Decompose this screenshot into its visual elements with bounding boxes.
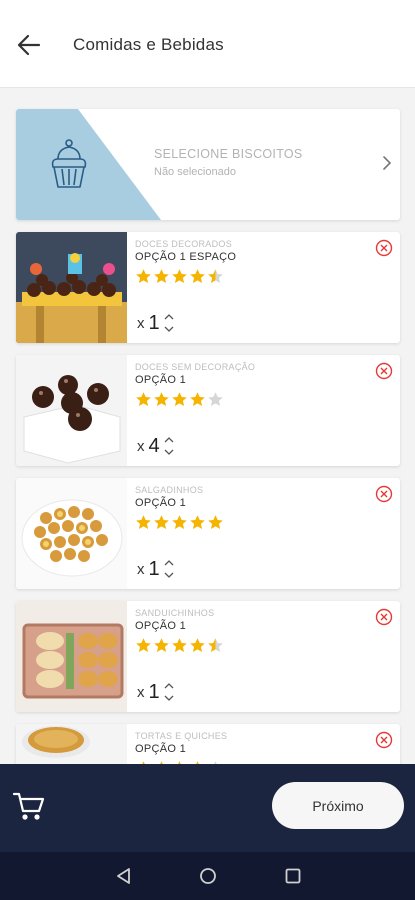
chevron-right-icon[interactable] bbox=[380, 153, 394, 173]
stepper bbox=[163, 434, 175, 458]
food-item-card[interactable]: DOCES SEM DECORAÇÃO OPÇÃO 1 x 4 bbox=[16, 355, 400, 466]
plain-sweets-image bbox=[16, 355, 127, 466]
star-icon bbox=[154, 515, 169, 529]
quantity-prefix: x bbox=[137, 560, 145, 578]
item-option: OPÇÃO 1 bbox=[135, 374, 187, 386]
food-item-card[interactable]: DOCES DECORADOS OPÇÃO 1 ESPAÇO x 1 bbox=[16, 232, 400, 343]
item-option: OPÇÃO 1 bbox=[135, 743, 187, 755]
star-icon bbox=[190, 638, 205, 652]
item-option: OPÇÃO 1 ESPAÇO bbox=[135, 251, 237, 263]
item-category: DOCES SEM DECORAÇÃO bbox=[135, 362, 256, 372]
chevron-up-icon[interactable] bbox=[163, 557, 175, 569]
star-icon bbox=[136, 269, 151, 283]
star-icon bbox=[208, 638, 223, 652]
cart-icon[interactable] bbox=[12, 789, 46, 823]
quantity-value: 1 bbox=[148, 311, 160, 334]
app-bar: Comidas e Bebidas bbox=[0, 0, 415, 88]
item-category: SANDUICHINHOS bbox=[135, 608, 215, 618]
quantity-stepper: x 1 bbox=[137, 312, 175, 334]
page-title: Comidas e Bebidas bbox=[73, 35, 224, 54]
star-icon bbox=[154, 269, 169, 283]
remove-icon[interactable] bbox=[375, 608, 393, 626]
item-category: SALGADINHOS bbox=[135, 485, 204, 495]
star-icon bbox=[136, 638, 151, 652]
chevron-up-icon[interactable] bbox=[163, 680, 175, 692]
food-item-card[interactable]: SALGADINHOS OPÇÃO 1 x 1 bbox=[16, 478, 400, 589]
star-icon bbox=[208, 392, 223, 406]
quantity-prefix: x bbox=[137, 683, 145, 701]
banner-title: SELECIONE BISCOITOS bbox=[154, 147, 303, 161]
items-list[interactable]: SELECIONE BISCOITOS Não selecionado DOCE… bbox=[0, 88, 415, 764]
sandwiches-image bbox=[16, 601, 127, 712]
remove-icon[interactable] bbox=[375, 731, 393, 749]
item-option: OPÇÃO 1 bbox=[135, 620, 187, 632]
next-button[interactable]: Próximo bbox=[272, 782, 404, 829]
rating-stars bbox=[135, 268, 224, 286]
rating-stars bbox=[135, 514, 224, 532]
star-icon bbox=[136, 515, 151, 529]
star-icon bbox=[190, 515, 205, 529]
quantity-prefix: x bbox=[137, 314, 145, 332]
nav-recents-icon[interactable] bbox=[283, 866, 303, 886]
app: Comidas e Bebidas SELECIONE BISCOITOS Nã… bbox=[0, 0, 415, 900]
star-icon bbox=[172, 269, 187, 283]
remove-icon[interactable] bbox=[375, 485, 393, 503]
rating-stars bbox=[135, 391, 224, 409]
star-icon bbox=[154, 638, 169, 652]
stepper bbox=[163, 311, 175, 335]
banner-subtitle: Não selecionado bbox=[154, 166, 236, 178]
remove-icon[interactable] bbox=[375, 362, 393, 380]
system-nav-bar bbox=[0, 852, 415, 900]
item-category: DOCES DECORADOS bbox=[135, 239, 233, 249]
quantity-stepper: x 1 bbox=[137, 558, 175, 580]
stepper bbox=[163, 680, 175, 704]
rating-stars bbox=[135, 637, 224, 655]
nav-home-icon[interactable] bbox=[198, 866, 218, 886]
decorated-sweets-image bbox=[16, 232, 127, 343]
bottom-bar: Próximo bbox=[0, 764, 415, 852]
select-cookies-banner[interactable]: SELECIONE BISCOITOS Não selecionado bbox=[16, 109, 400, 220]
food-item-card[interactable]: TORTAS E QUICHES OPÇÃO 1 x 1 bbox=[16, 724, 400, 764]
remove-icon[interactable] bbox=[375, 239, 393, 257]
star-icon bbox=[190, 392, 205, 406]
quantity-prefix: x bbox=[137, 437, 145, 455]
chevron-down-icon[interactable] bbox=[163, 323, 175, 335]
pies-image bbox=[16, 724, 127, 764]
back-arrow-icon[interactable] bbox=[12, 28, 46, 62]
quantity-stepper: x 1 bbox=[137, 681, 175, 703]
star-icon bbox=[172, 392, 187, 406]
item-option: OPÇÃO 1 bbox=[135, 497, 187, 509]
chevron-up-icon[interactable] bbox=[163, 434, 175, 446]
item-category: TORTAS E QUICHES bbox=[135, 731, 228, 741]
quantity-value: 4 bbox=[148, 434, 160, 457]
nav-back-icon[interactable] bbox=[114, 866, 134, 886]
stepper bbox=[163, 557, 175, 581]
star-icon bbox=[208, 515, 223, 529]
chevron-up-icon[interactable] bbox=[163, 311, 175, 323]
cupcake-icon bbox=[51, 139, 87, 188]
snacks-image bbox=[16, 478, 127, 589]
chevron-down-icon[interactable] bbox=[163, 569, 175, 581]
star-icon bbox=[154, 392, 169, 406]
food-item-card[interactable]: SANDUICHINHOS OPÇÃO 1 x 1 bbox=[16, 601, 400, 712]
star-icon bbox=[136, 392, 151, 406]
chevron-down-icon[interactable] bbox=[163, 692, 175, 704]
quantity-value: 1 bbox=[148, 557, 160, 580]
star-icon bbox=[208, 269, 223, 283]
quantity-stepper: x 4 bbox=[137, 435, 175, 457]
star-icon bbox=[172, 638, 187, 652]
star-icon bbox=[172, 515, 187, 529]
quantity-value: 1 bbox=[148, 680, 160, 703]
chevron-down-icon[interactable] bbox=[163, 446, 175, 458]
star-icon bbox=[190, 269, 205, 283]
